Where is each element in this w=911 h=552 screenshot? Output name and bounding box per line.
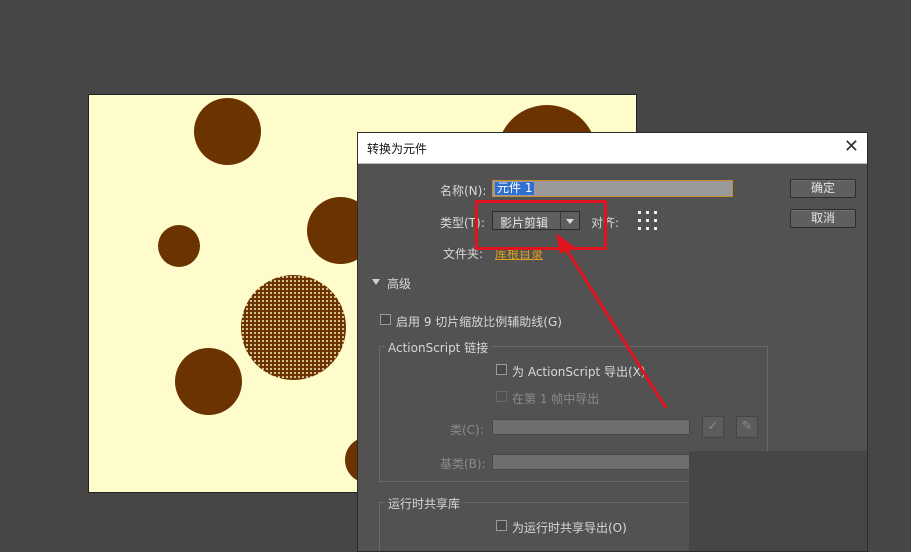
annotation-arrow-icon <box>556 233 668 409</box>
